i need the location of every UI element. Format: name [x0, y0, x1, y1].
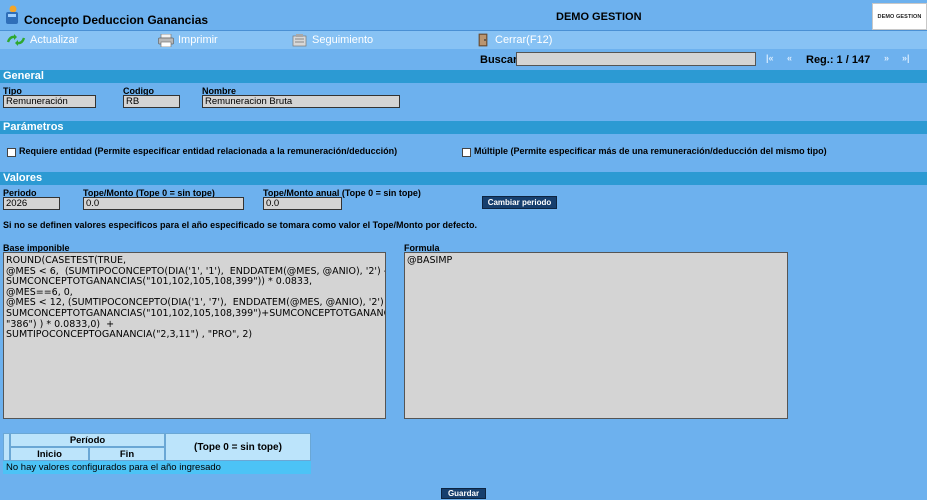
table-header-periodo: Período	[10, 433, 165, 447]
refresh-icon	[6, 34, 26, 46]
table-header-spacer	[3, 433, 10, 461]
table-header-inicio: Inicio	[10, 447, 89, 461]
tope-field[interactable]: 0.0	[83, 197, 244, 210]
close-label: Cerrar(F12)	[495, 34, 553, 46]
record-counter: Reg.: 1 / 147	[806, 54, 871, 66]
base-imponible-textarea[interactable]: ROUND(CASETEST(TRUE, @MES < 6, (SUMTIPOC…	[3, 252, 386, 419]
multiple-label: Múltiple (Permite especificar más de una…	[474, 146, 827, 156]
section-valores: Valores	[0, 172, 927, 185]
tipo-field[interactable]: Remuneración	[3, 95, 96, 108]
close-button[interactable]: Cerrar(F12)	[477, 32, 552, 48]
app-icon	[5, 5, 19, 25]
requiere-entidad-label: Requiere entidad (Permite especificar en…	[19, 146, 398, 156]
tracking-icon	[292, 33, 308, 47]
change-period-button[interactable]: Cambiar periodo	[482, 196, 557, 209]
toolbar	[0, 31, 927, 49]
refresh-label: Actualizar	[30, 34, 79, 46]
requiere-entidad-checkbox[interactable]	[7, 148, 16, 157]
exit-icon	[477, 33, 491, 47]
logo-text: DEMO GESTION	[877, 13, 922, 20]
print-icon	[158, 33, 174, 47]
prev-record-button[interactable]: «	[787, 53, 792, 63]
next-record-button[interactable]: »	[884, 53, 889, 63]
info-text: Si no se definen valores especificos par…	[3, 220, 477, 230]
table-empty-message: No hay valores configurados para el año …	[3, 461, 311, 474]
section-general: General	[0, 70, 927, 83]
search-label: Buscar	[480, 54, 518, 66]
section-parametros: Parámetros	[0, 121, 927, 134]
table-header-fin: Fin	[89, 447, 165, 461]
last-record-button[interactable]: »|	[902, 53, 910, 63]
periodo-field[interactable]: 2026	[3, 197, 60, 210]
codigo-field[interactable]: RB	[123, 95, 180, 108]
app-title: Concepto Deduccion Ganancias	[24, 13, 209, 27]
nombre-field[interactable]: Remuneracion Bruta	[202, 95, 400, 108]
save-button[interactable]: Guardar	[441, 488, 486, 499]
first-record-button[interactable]: |«	[766, 53, 774, 63]
multiple-checkbox[interactable]	[462, 148, 471, 157]
search-input[interactable]	[516, 52, 756, 66]
tracking-label: Seguimiento	[312, 34, 374, 46]
refresh-button[interactable]: Actualizar	[6, 32, 78, 48]
company-logo: DEMO GESTION	[872, 3, 927, 30]
tracking-button[interactable]: Seguimiento	[292, 32, 373, 48]
formula-textarea[interactable]: @BASIMP	[404, 252, 788, 419]
table-header-tope: (Tope 0 = sin tope)	[165, 433, 311, 461]
company-name: DEMO GESTION	[556, 11, 642, 23]
print-label: Imprimir	[178, 34, 218, 46]
tope-anual-field[interactable]: 0.0	[263, 197, 342, 210]
print-button[interactable]: Imprimir	[158, 32, 218, 48]
